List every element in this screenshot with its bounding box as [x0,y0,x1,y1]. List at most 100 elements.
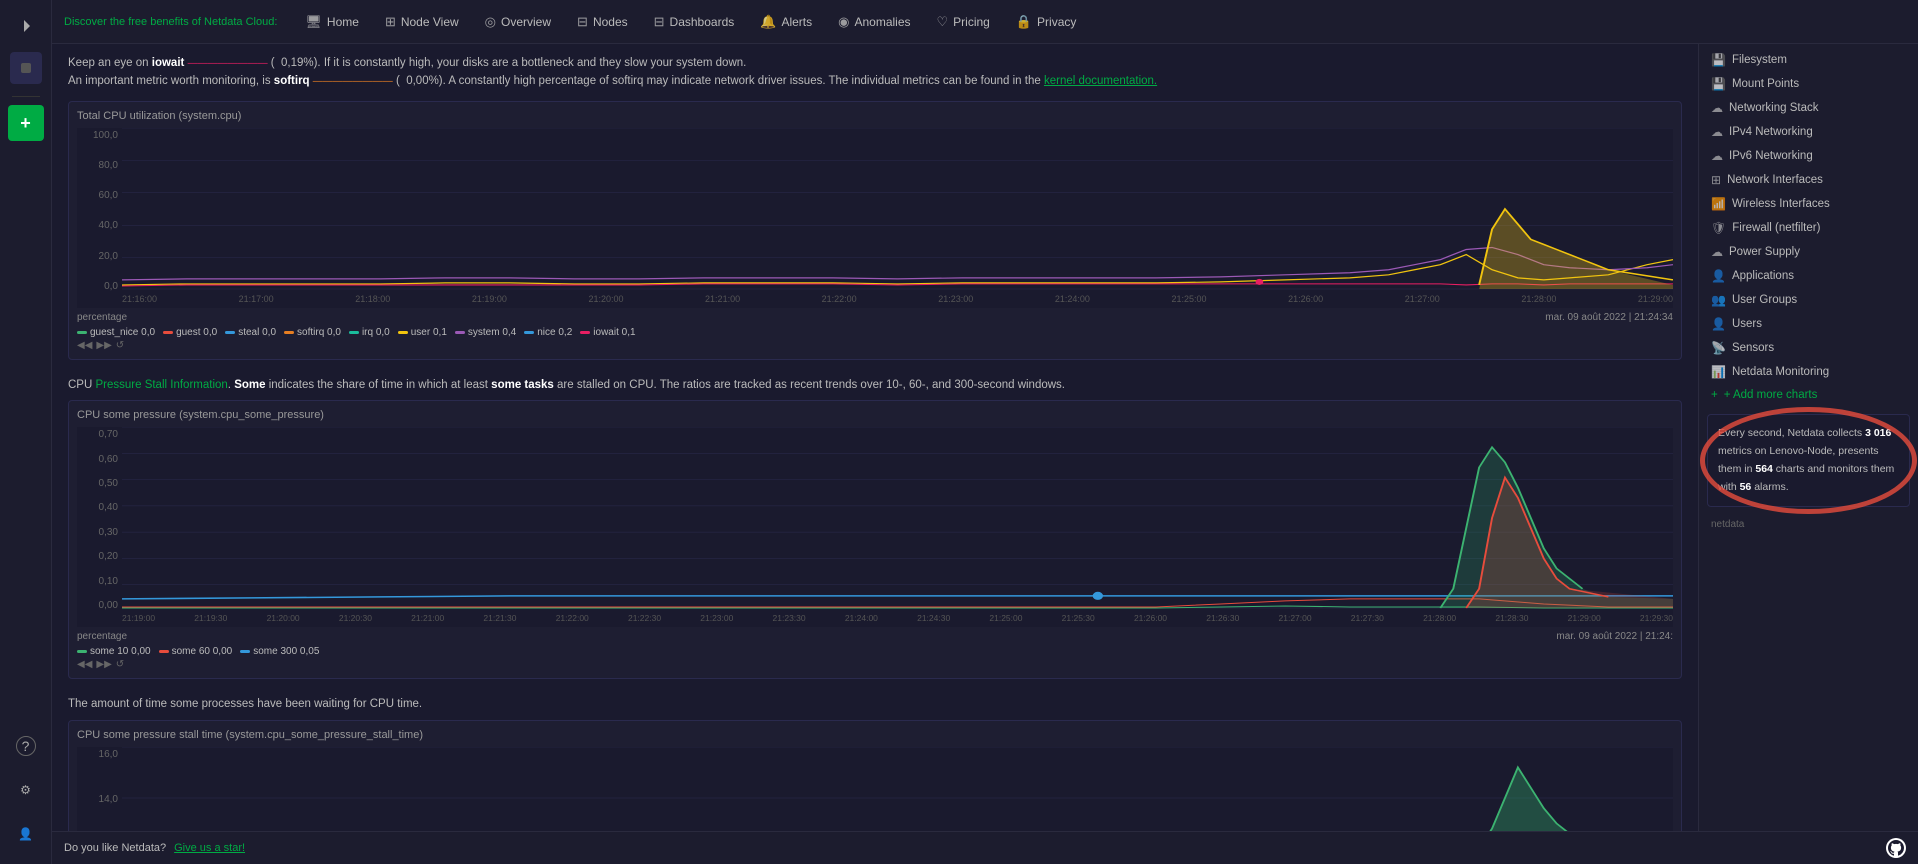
sidebar-item-firewall[interactable]: 🛡 Firewall (netfilter) [1699,216,1918,240]
tab-privacy[interactable]: 🔒 Privacy [1004,8,1089,36]
chart2-svg [122,427,1673,609]
chart2-timestamp: mar. 09 août 2022 | 21:24: [1556,631,1673,642]
stall-time-chart: CPU some pressure stall time (system.cpu… [68,720,1682,831]
chart1-footer: percentage mar. 09 août 2022 | 21:24:34 [77,312,1673,323]
reset-button[interactable]: ↺ [116,340,124,351]
chart1-svg [122,128,1673,290]
firewall-icon: 🛡 [1711,221,1726,235]
chart1-plot[interactable] [122,128,1673,290]
filesystem-icon: 💾 [1711,53,1726,67]
softirq-value: ( 0,00%). [396,75,448,87]
tab-overview[interactable]: ◎ Overview [473,8,563,36]
tab-alerts[interactable]: 🔔 Alerts [748,8,824,36]
sidebar-item-networking-stack[interactable]: ☁ Networking Stack [1699,96,1918,120]
chart3-area[interactable]: 16,0 14,0 12,0 [77,747,1673,831]
dashboards-icon: ⊟ [654,14,665,30]
tab-nodes[interactable]: ⊟ Nodes [565,8,640,36]
sidebar-item-users[interactable]: 👤 Users [1699,312,1918,336]
tab-dashboards[interactable]: ⊟ Dashboards [642,8,747,36]
legend-steal: steal 0,0 [225,327,276,338]
alarms-count: 56 [1740,481,1752,493]
stats-info-box: Every second, Netdata collects 3 016 met… [1707,414,1910,507]
sidebar-item-wireless-interfaces[interactable]: 📶 Wireless Interfaces [1699,192,1918,216]
privacy-icon: 🔒 [1016,14,1032,30]
chart1-unit: percentage [77,312,127,323]
add-dashboard-button[interactable]: + [8,105,44,141]
legend-nice: nice 0,2 [524,327,572,338]
legend-system: system 0,4 [455,327,516,338]
circle-highlight [1700,407,1917,514]
home-icon: 🖥 [305,14,322,30]
chart2-footer: percentage mar. 09 août 2022 | 21:24: [77,631,1673,642]
legend-guest: guest 0,0 [163,327,217,338]
sidebar-item-applications[interactable]: 👤 Applications [1699,264,1918,288]
legend-softirq: softirq 0,0 [284,327,341,338]
node-view-icon: ⊞ [385,14,396,30]
chart1-area[interactable]: 100,0 80,0 60,0 40,0 20,0 0,0 [77,128,1673,308]
tab-pricing[interactable]: ♡ Pricing [925,8,1002,36]
tab-anomalies[interactable]: ◉ Anomalies [826,8,922,36]
add-more-charts-button[interactable]: + + Add more charts [1699,384,1918,406]
nav-tabs: 🖥 Home ⊞ Node View ◎ Overview ⊟ Nodes ⊟ … [293,8,1088,36]
users-icon: 👤 [1711,317,1726,331]
sidebar-item-ipv6[interactable]: ☁ IPv6 Networking [1699,144,1918,168]
chart3-plot[interactable] [122,747,1673,831]
add-icon: + [1711,389,1718,401]
chart3-svg [122,747,1673,831]
content-area: Keep an eye on iowait ———————— ( 0,19%).… [52,44,1918,831]
wireless-icon: 📶 [1711,197,1726,211]
nodes-icon: ⊟ [577,14,588,30]
chart2-unit: percentage [77,631,127,642]
user-icon: 👤 [18,827,33,841]
sidebar-item-sensors[interactable]: 📡 Sensors [1699,336,1918,360]
sidebar-item-user-groups[interactable]: 👥 User Groups [1699,288,1918,312]
chart3-y-axis: 16,0 14,0 12,0 [77,747,122,831]
cpu-pressure-chart: CPU some pressure (system.cpu_some_press… [68,400,1682,679]
sidebar-item-network-interfaces[interactable]: ⊞ Network Interfaces [1699,168,1918,192]
pressure-description: CPU Pressure Stall Information. Some ind… [68,376,1682,394]
reset-button2[interactable]: ↺ [116,659,124,670]
kernel-docs-link[interactable]: kernel documentation. [1044,75,1157,87]
networking-stack-icon: ☁ [1711,101,1723,115]
chart1-y-axis: 100,0 80,0 60,0 40,0 20,0 0,0 [77,128,122,308]
chart1-title: Total CPU utilization (system.cpu) [77,110,1673,122]
main-area: Discover the free benefits of Netdata Cl… [52,0,1918,864]
sidebar-item-filesystem[interactable]: 💾 Filesystem [1699,48,1918,72]
mount-points-icon: 💾 [1711,77,1726,91]
legend-guest-nice: guest_nice 0,0 [77,327,155,338]
chart1-nav: ◀◀ ▶▶ ↺ [77,340,1673,351]
sidebar-item-netdata-monitoring[interactable]: 📊 Netdata Monitoring [1699,360,1918,384]
legend-some10: some 10 0,00 [77,646,151,657]
tab-node-view[interactable]: ⊞ Node View [373,8,471,36]
cloud-notice: Discover the free benefits of Netdata Cl… [64,16,277,28]
chart2-area[interactable]: 0,70 0,60 0,50 0,40 0,30 0,20 0,10 0,00 [77,427,1673,627]
sidebar-item-ipv4[interactable]: ☁ IPv4 Networking [1699,120,1918,144]
chart2-plot[interactable] [122,427,1673,609]
left-sidebar: + ? ⚙ 👤 [0,0,52,864]
gear-icon: ⚙ [20,783,31,797]
star-question: Do you like Netdata? [64,842,166,854]
give-star-link[interactable]: Give us a star! [174,842,245,854]
cpu-utilization-chart: Total CPU utilization (system.cpu) 100,0… [68,101,1682,360]
divider [12,96,40,97]
netdata-brand: netdata [1699,515,1918,534]
help-button[interactable]: ? [8,728,44,764]
sidebar-item-mount-points[interactable]: 💾 Mount Points [1699,72,1918,96]
star-bar: Do you like Netdata? Give us a star! [52,831,1918,864]
settings-button[interactable]: ⚙ [8,772,44,808]
pressure-link[interactable]: Pressure Stall Information [95,379,227,391]
github-icon[interactable] [1886,838,1906,858]
metrics-count: 3 016 [1865,427,1891,439]
node-indicator [10,52,42,84]
user-button[interactable]: 👤 [8,816,44,852]
right-sidebar: 💾 Filesystem 💾 Mount Points ☁ Networking… [1698,44,1918,831]
chart2-title: CPU some pressure (system.cpu_some_press… [77,409,1673,421]
user-groups-icon: 👥 [1711,293,1726,307]
chart2-x-labels: 21:19:0021:19:3021:20:0021:20:30 21:21:0… [122,609,1673,627]
tab-home[interactable]: 🖥 Home [293,8,371,36]
sidebar-item-power-supply[interactable]: ☁ Power Supply [1699,240,1918,264]
expand-button[interactable] [8,8,44,44]
top-bar: Discover the free benefits of Netdata Cl… [52,0,1918,44]
cpu-description: Keep an eye on iowait ———————— ( 0,19%).… [68,54,1682,91]
applications-icon: 👤 [1711,269,1726,283]
